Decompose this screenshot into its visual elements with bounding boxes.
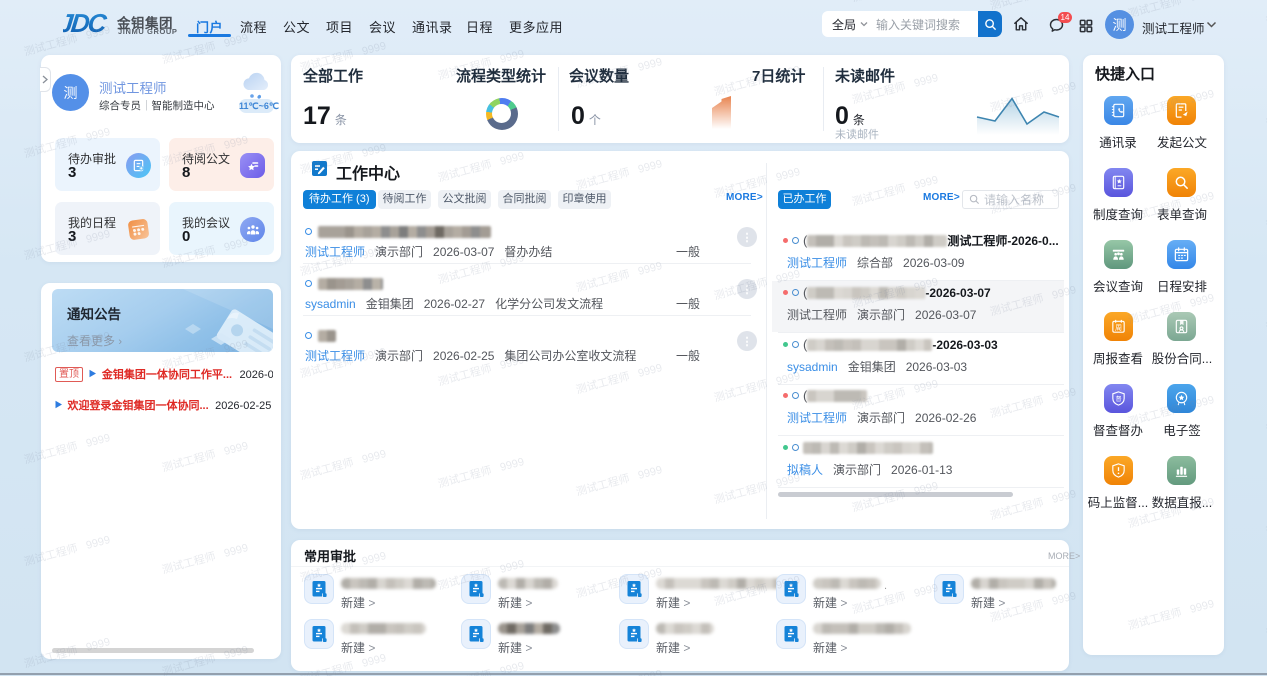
svg-text:周: 周 bbox=[1115, 324, 1122, 332]
svg-text:JDC: JDC bbox=[63, 10, 109, 36]
svg-text:督: 督 bbox=[1115, 395, 1121, 403]
